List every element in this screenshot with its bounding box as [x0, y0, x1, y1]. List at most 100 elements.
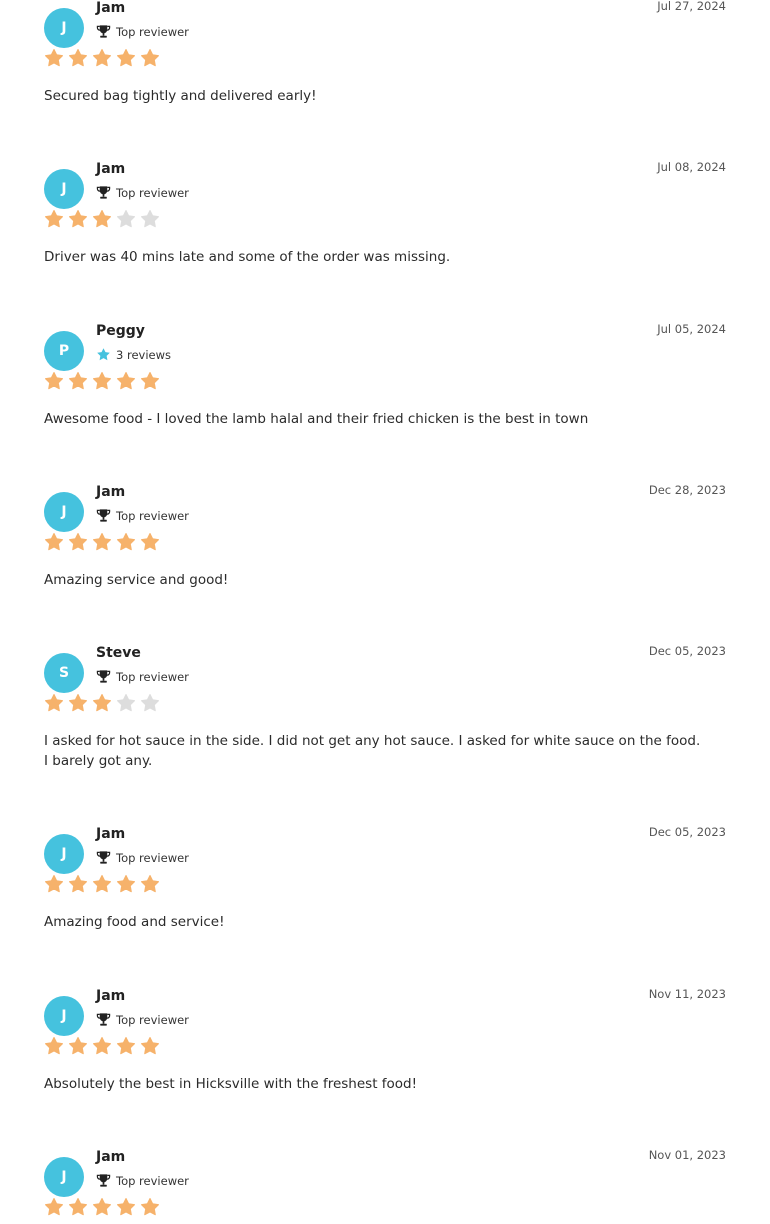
- star-filled-icon: [92, 209, 112, 229]
- reviewer-name[interactable]: Jam: [96, 161, 125, 177]
- star-icon: [96, 347, 111, 362]
- star-filled-icon: [92, 371, 112, 391]
- review-text: Driver was 40 mins late and some of the …: [44, 249, 451, 265]
- star-filled-icon: [116, 371, 136, 391]
- star-rating: [44, 48, 164, 68]
- trophy-icon: [96, 508, 111, 523]
- trophy-icon: [96, 1012, 111, 1027]
- reviewer-name[interactable]: Jam: [96, 1149, 125, 1165]
- avatar[interactable]: S: [44, 653, 84, 693]
- avatar[interactable]: J: [44, 492, 84, 532]
- star-empty-icon: [140, 693, 160, 713]
- star-filled-icon: [116, 1036, 136, 1056]
- badge-label: Top reviewer: [116, 1012, 189, 1027]
- trophy-icon: [96, 669, 111, 684]
- avatar[interactable]: J: [44, 996, 84, 1036]
- reviewer-name[interactable]: Peggy: [96, 323, 145, 339]
- star-filled-icon: [44, 371, 64, 391]
- star-filled-icon: [68, 371, 88, 391]
- star-filled-icon: [68, 532, 88, 552]
- star-rating: [44, 371, 164, 391]
- star-empty-icon: [140, 209, 160, 229]
- badge-label: 3 reviews: [116, 347, 171, 362]
- trophy-icon: [96, 1173, 111, 1188]
- star-filled-icon: [92, 532, 112, 552]
- badge-label: Top reviewer: [116, 185, 189, 200]
- reviewer-badge: 3 reviews: [96, 347, 171, 362]
- avatar[interactable]: J: [44, 1157, 84, 1197]
- badge-label: Top reviewer: [116, 508, 189, 523]
- trophy-icon: [96, 850, 111, 865]
- review-text: Amazing service and good!: [44, 572, 229, 588]
- star-filled-icon: [68, 693, 88, 713]
- star-filled-icon: [140, 532, 160, 552]
- review-date: Dec 28, 2023: [648, 483, 726, 497]
- reviewer-badge: Top reviewer: [96, 24, 189, 39]
- star-filled-icon: [140, 874, 160, 894]
- star-filled-icon: [92, 48, 112, 68]
- review-text: Absolutely the best in Hicksville with t…: [44, 1076, 418, 1092]
- star-empty-icon: [116, 209, 136, 229]
- star-empty-icon: [116, 693, 136, 713]
- avatar[interactable]: J: [44, 8, 84, 48]
- review-date: Nov 01, 2023: [648, 1148, 726, 1162]
- badge-label: Top reviewer: [116, 1173, 189, 1188]
- star-filled-icon: [140, 48, 160, 68]
- badge-label: Top reviewer: [116, 24, 189, 39]
- reviewer-badge: Top reviewer: [96, 669, 189, 684]
- star-filled-icon: [44, 532, 64, 552]
- star-filled-icon: [116, 48, 136, 68]
- star-filled-icon: [140, 1197, 160, 1217]
- star-rating: [44, 874, 164, 894]
- reviewer-name[interactable]: Steve: [96, 645, 141, 661]
- review-text: Awesome food - I loved the lamb halal an…: [44, 411, 589, 427]
- reviewer-badge: Top reviewer: [96, 1173, 189, 1188]
- reviewer-badge: Top reviewer: [96, 508, 189, 523]
- star-rating: [44, 693, 164, 713]
- star-filled-icon: [44, 1197, 64, 1217]
- avatar[interactable]: P: [44, 331, 84, 371]
- trophy-icon: [96, 185, 111, 200]
- reviewer-badge: Top reviewer: [96, 185, 189, 200]
- star-filled-icon: [92, 693, 112, 713]
- star-filled-icon: [68, 1036, 88, 1056]
- star-filled-icon: [92, 1197, 112, 1217]
- reviewer-badge: Top reviewer: [96, 850, 189, 865]
- star-rating: [44, 209, 164, 229]
- star-filled-icon: [92, 874, 112, 894]
- star-filled-icon: [116, 874, 136, 894]
- star-filled-icon: [44, 48, 64, 68]
- star-filled-icon: [140, 1036, 160, 1056]
- review-text: I asked for hot sauce in the side. I did…: [44, 733, 701, 769]
- review-date: Jul 27, 2024: [657, 0, 726, 13]
- star-rating: [44, 1036, 164, 1056]
- avatar[interactable]: J: [44, 169, 84, 209]
- star-filled-icon: [116, 532, 136, 552]
- badge-label: Top reviewer: [116, 850, 189, 865]
- reviewer-name[interactable]: Jam: [96, 988, 125, 1004]
- star-filled-icon: [44, 209, 64, 229]
- badge-label: Top reviewer: [116, 669, 189, 684]
- review-date: Dec 05, 2023: [648, 644, 726, 658]
- reviewer-badge: Top reviewer: [96, 1012, 189, 1027]
- star-filled-icon: [140, 371, 160, 391]
- star-filled-icon: [92, 1036, 112, 1056]
- star-filled-icon: [116, 1197, 136, 1217]
- review-date: Jul 05, 2024: [657, 322, 726, 336]
- star-filled-icon: [68, 48, 88, 68]
- avatar[interactable]: J: [44, 834, 84, 874]
- star-rating: [44, 1197, 164, 1217]
- review-text: Secured bag tightly and delivered early!: [44, 88, 317, 104]
- star-rating: [44, 532, 164, 552]
- star-filled-icon: [68, 874, 88, 894]
- star-filled-icon: [44, 874, 64, 894]
- reviewer-name[interactable]: Jam: [96, 826, 125, 842]
- review-date: Dec 05, 2023: [648, 825, 726, 839]
- star-filled-icon: [68, 1197, 88, 1217]
- reviewer-name[interactable]: Jam: [96, 484, 125, 500]
- reviewer-name[interactable]: Jam: [96, 0, 125, 16]
- review-text: Amazing food and service!: [44, 914, 225, 930]
- star-filled-icon: [68, 209, 88, 229]
- review-date: Jul 08, 2024: [657, 160, 726, 174]
- trophy-icon: [96, 24, 111, 39]
